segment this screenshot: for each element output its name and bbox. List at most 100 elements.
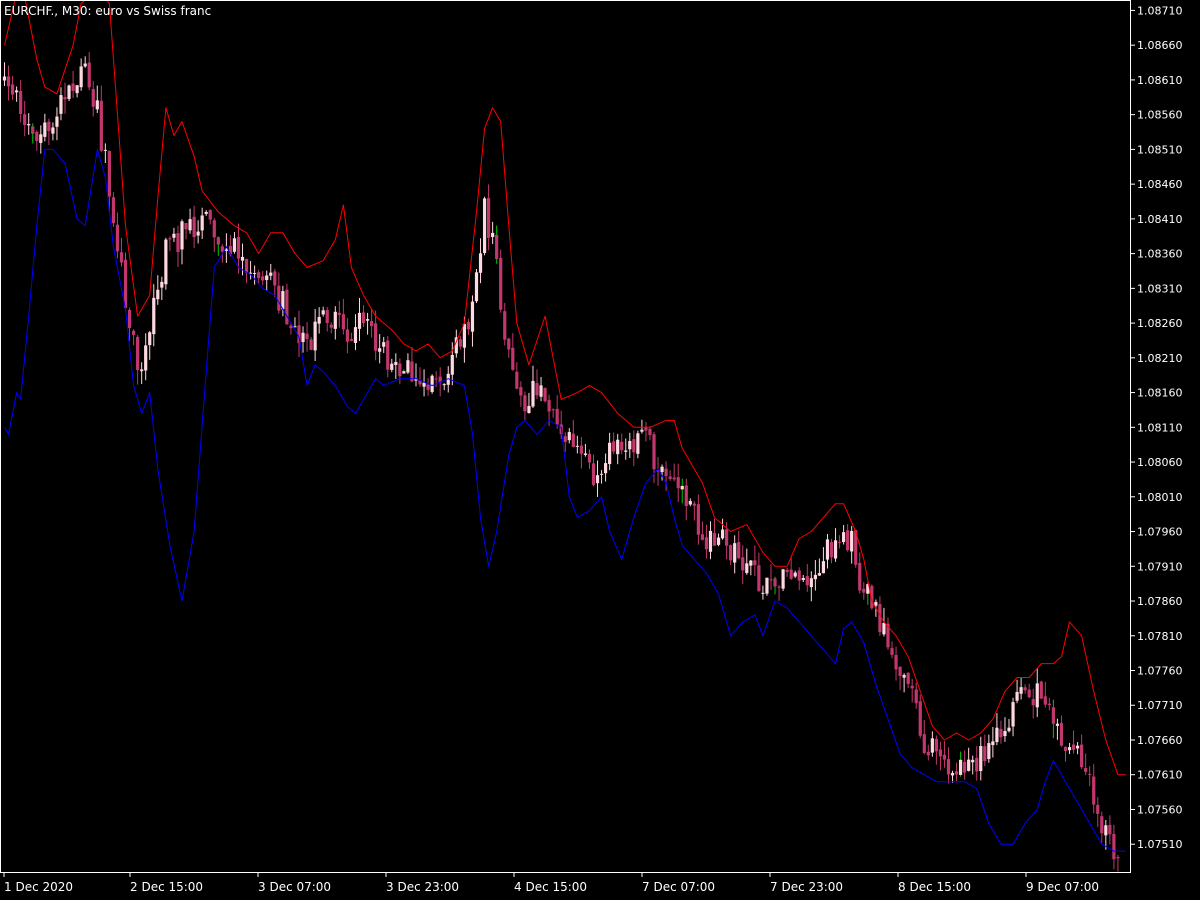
candle-body xyxy=(63,97,67,100)
candle-body xyxy=(406,360,410,373)
candle-body xyxy=(6,76,11,87)
candle-body xyxy=(1104,825,1108,836)
candle-body xyxy=(616,439,620,455)
price-tick-label: 1.07760 xyxy=(1137,665,1183,678)
price-tick-label: 1.07560 xyxy=(1137,803,1183,816)
candle-body xyxy=(567,432,571,441)
time-tick-label: 3 Dec 23:00 xyxy=(386,880,459,894)
price-tick-label: 1.07510 xyxy=(1137,838,1183,851)
candle-body xyxy=(115,224,120,252)
candle-body xyxy=(971,759,975,763)
candle-body xyxy=(1112,833,1116,860)
candle-body xyxy=(2,76,7,81)
candle-body xyxy=(745,563,749,574)
candle-body xyxy=(39,134,43,143)
price-tick-label: 1.08510 xyxy=(1137,143,1183,156)
candle-body xyxy=(930,738,934,753)
candle-body xyxy=(975,757,979,772)
price-tick-label: 1.08260 xyxy=(1137,317,1183,330)
candle-body xyxy=(1088,773,1092,775)
candle-body xyxy=(99,100,103,151)
candle-body xyxy=(1011,702,1015,727)
candle-body xyxy=(547,400,551,412)
candle-body xyxy=(107,150,111,197)
candle-body xyxy=(277,285,281,311)
candle-body xyxy=(1100,816,1104,834)
price-tick-label: 1.08160 xyxy=(1137,387,1183,400)
candle-body xyxy=(958,759,963,775)
candle-body xyxy=(232,238,237,252)
candle-body xyxy=(922,734,926,754)
candle-body xyxy=(67,85,71,99)
candle-body xyxy=(51,127,55,134)
candle-body xyxy=(583,453,588,455)
candle-body xyxy=(236,236,241,259)
candle-body xyxy=(846,530,850,551)
candle-body xyxy=(365,319,370,321)
candle-body xyxy=(652,434,656,470)
candle-body xyxy=(71,83,75,92)
candle-body xyxy=(1027,689,1031,698)
candle-body xyxy=(773,578,777,587)
candle-body xyxy=(301,332,305,343)
candle-body xyxy=(1031,699,1035,706)
candle-body xyxy=(632,439,636,453)
candle-body xyxy=(680,485,684,490)
candle-body xyxy=(31,126,35,134)
candle-body xyxy=(353,327,358,343)
candle-body xyxy=(963,761,967,773)
candle-body xyxy=(103,149,107,151)
candle-body xyxy=(87,62,91,88)
candle-body xyxy=(805,576,809,586)
candle-body xyxy=(753,560,757,566)
candle-body xyxy=(527,406,531,414)
candle-body xyxy=(995,727,999,743)
candle-body xyxy=(523,395,527,412)
candle-body xyxy=(579,445,583,454)
candle-body xyxy=(212,220,216,238)
candle-body xyxy=(934,738,938,752)
candle-body xyxy=(140,369,144,372)
candle-body xyxy=(269,272,273,276)
candle-body xyxy=(1023,687,1027,691)
candle-body xyxy=(394,362,398,365)
candle-body xyxy=(176,233,180,253)
candle-body xyxy=(789,569,793,579)
candle-body xyxy=(466,322,471,330)
candle-body xyxy=(1003,730,1007,737)
candle-body xyxy=(624,450,628,452)
candle-body xyxy=(1015,691,1019,701)
candle-body xyxy=(1055,723,1060,726)
candle-body xyxy=(240,256,245,261)
candle-body xyxy=(1059,722,1064,746)
candle-body xyxy=(587,453,592,463)
candle-body xyxy=(882,622,886,635)
candle-body xyxy=(898,666,902,676)
candle-body xyxy=(59,95,63,114)
candle-body xyxy=(688,501,692,505)
candle-body xyxy=(495,234,499,260)
candle-body xyxy=(253,273,257,275)
candle-body xyxy=(878,604,882,633)
candle-body xyxy=(273,271,277,286)
price-tick-label: 1.08010 xyxy=(1137,491,1183,504)
candle-body xyxy=(1067,747,1072,751)
candle-body xyxy=(491,232,495,238)
price-chart[interactable]: 1.08710 1.08660 1.08610 1.08560 1.08510 1.084… xyxy=(0,0,1200,900)
chart-title: EURCHF., M30: euro vs Swiss franc xyxy=(4,4,211,18)
price-tick-label: 1.07710 xyxy=(1137,699,1183,712)
candle-body xyxy=(720,529,725,539)
candle-body xyxy=(216,237,220,245)
candle-body xyxy=(357,312,362,329)
candle-body xyxy=(991,741,995,746)
time-tick-label: 7 Dec 23:00 xyxy=(770,880,843,894)
candle-body xyxy=(1043,696,1047,705)
candle-body xyxy=(660,466,664,473)
price-tick-label: 1.08210 xyxy=(1137,352,1183,365)
candle-body xyxy=(1116,857,1120,859)
candle-body xyxy=(172,233,176,238)
candle-body xyxy=(257,272,261,279)
candle-body xyxy=(398,363,402,377)
candle-body xyxy=(769,579,773,581)
candle-body xyxy=(474,272,479,302)
